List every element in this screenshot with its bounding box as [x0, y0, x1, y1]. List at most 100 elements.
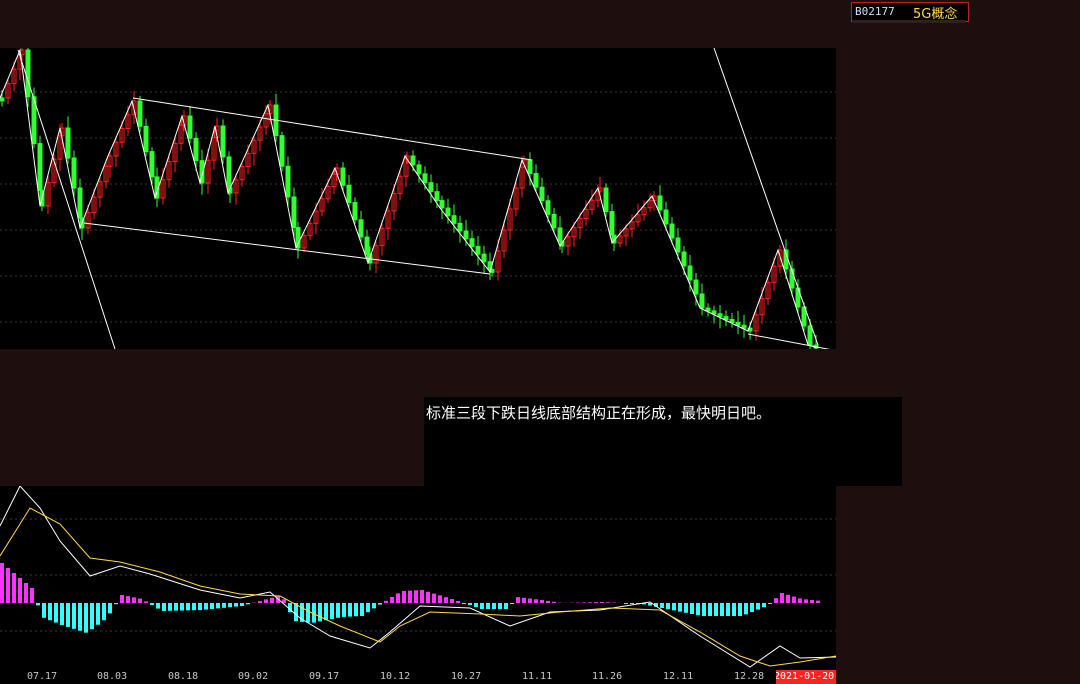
- date-label: 11.11: [522, 671, 553, 682]
- macd-bar: [408, 590, 412, 603]
- candlestick: [723, 316, 729, 321]
- candlestick: [0, 97, 5, 102]
- date-label: 12.11: [663, 671, 694, 682]
- candlestick: [603, 187, 609, 213]
- macd-bar: [486, 603, 490, 609]
- macd-bar: [222, 603, 226, 608]
- macd-bar: [78, 603, 82, 631]
- macd-bar: [438, 595, 442, 603]
- date-axis: 07.17 08.03 08.18 09.02 09.17 10.12 10.2…: [0, 670, 836, 684]
- macd-bar: [138, 598, 142, 603]
- candlestick: [37, 143, 43, 191]
- macd-chart[interactable]: [0, 485, 837, 670]
- macd-bar: [60, 603, 64, 625]
- macd-bar: [234, 603, 238, 607]
- macd-bar: [228, 603, 232, 608]
- macd-bar: [390, 597, 394, 603]
- macd-bar: [114, 603, 118, 605]
- candlestick: [193, 137, 199, 162]
- macd-bar: [462, 603, 466, 604]
- candlestick: [551, 213, 557, 229]
- macd-bar: [84, 603, 88, 633]
- macd-bar: [18, 578, 22, 603]
- kline-chart[interactable]: [0, 41, 839, 359]
- candlestick: [279, 135, 285, 167]
- current-date-text: 2021-01-20: [776, 671, 835, 682]
- macd-bar: [432, 593, 436, 603]
- candlestick: [346, 184, 352, 204]
- macd-bar: [36, 603, 40, 606]
- macd-bar: [540, 600, 544, 603]
- candlestick: [527, 159, 533, 175]
- macd-bar: [738, 603, 742, 616]
- candlestick: [663, 209, 669, 225]
- trend-line: [132, 97, 533, 161]
- candlestick: [451, 215, 457, 224]
- macd-bar: [54, 603, 58, 623]
- macd-bar: [240, 603, 244, 606]
- candlestick: [187, 115, 193, 139]
- macd-bar: [606, 602, 610, 603]
- macd-bar: [420, 590, 424, 603]
- candlestick: [469, 238, 475, 247]
- macd-bar: [360, 603, 364, 616]
- macd-bar: [402, 590, 406, 603]
- macd-bar: [474, 603, 478, 607]
- candlestick: [533, 173, 539, 188]
- macd-bar: [726, 603, 730, 616]
- candlestick: [220, 125, 226, 158]
- macd-bar: [216, 603, 220, 609]
- macd-bar: [210, 603, 214, 609]
- macd-bar: [336, 603, 340, 618]
- candlestick: [25, 49, 31, 98]
- candlestick: [557, 227, 563, 242]
- trend-line: [713, 47, 819, 346]
- candlestick: [699, 293, 705, 309]
- comment-text: 标准三段下跌日线底部结构正在形成，最快明日吧。: [426, 404, 772, 422]
- macd-bar: [348, 603, 352, 617]
- candlestick: [609, 211, 615, 236]
- date-label: 12.28: [734, 671, 765, 682]
- date-label: 09.02: [238, 671, 269, 682]
- date-label: 08.03: [97, 671, 128, 682]
- macd-bar: [588, 602, 592, 603]
- macd-bar: [816, 600, 820, 603]
- candlestick: [439, 200, 445, 209]
- macd-bar: [354, 603, 358, 617]
- macd-bar: [180, 603, 184, 611]
- candlestick: [545, 200, 551, 215]
- macd-bar: [396, 593, 400, 603]
- macd-bar: [810, 600, 814, 603]
- candlestick: [675, 237, 681, 253]
- macd-bar: [66, 603, 70, 627]
- macd-bar: [372, 603, 376, 609]
- candlestick: [681, 251, 687, 267]
- macd-bar: [48, 603, 52, 621]
- candlestick: [539, 186, 545, 202]
- trend-line: [83, 222, 491, 275]
- macd-bar: [192, 603, 196, 611]
- macd-bar: [96, 603, 100, 625]
- macd-panel[interactable]: [0, 485, 837, 670]
- macd-bar: [678, 603, 682, 612]
- candlestick: [669, 223, 675, 239]
- kline-chart-panel[interactable]: [0, 41, 839, 359]
- macd-bar: [768, 603, 772, 604]
- macd-bar: [732, 603, 736, 616]
- macd-bar: [546, 600, 550, 603]
- macd-bar: [150, 603, 154, 605]
- candlestick: [705, 307, 711, 312]
- candlestick: [481, 253, 487, 263]
- macd-bar: [624, 603, 628, 604]
- macd-bar: [630, 603, 634, 604]
- macd-bar: [42, 603, 46, 618]
- dif-line: [0, 485, 837, 668]
- macd-bar: [708, 603, 712, 616]
- macd-bar: [672, 603, 676, 611]
- macd-bar: [144, 601, 148, 603]
- current-date-label: 2021-01-20: [776, 670, 836, 684]
- candlestick: [735, 321, 741, 326]
- macd-bar: [594, 602, 598, 603]
- macd-bar: [492, 603, 496, 609]
- macd-bar: [522, 597, 526, 603]
